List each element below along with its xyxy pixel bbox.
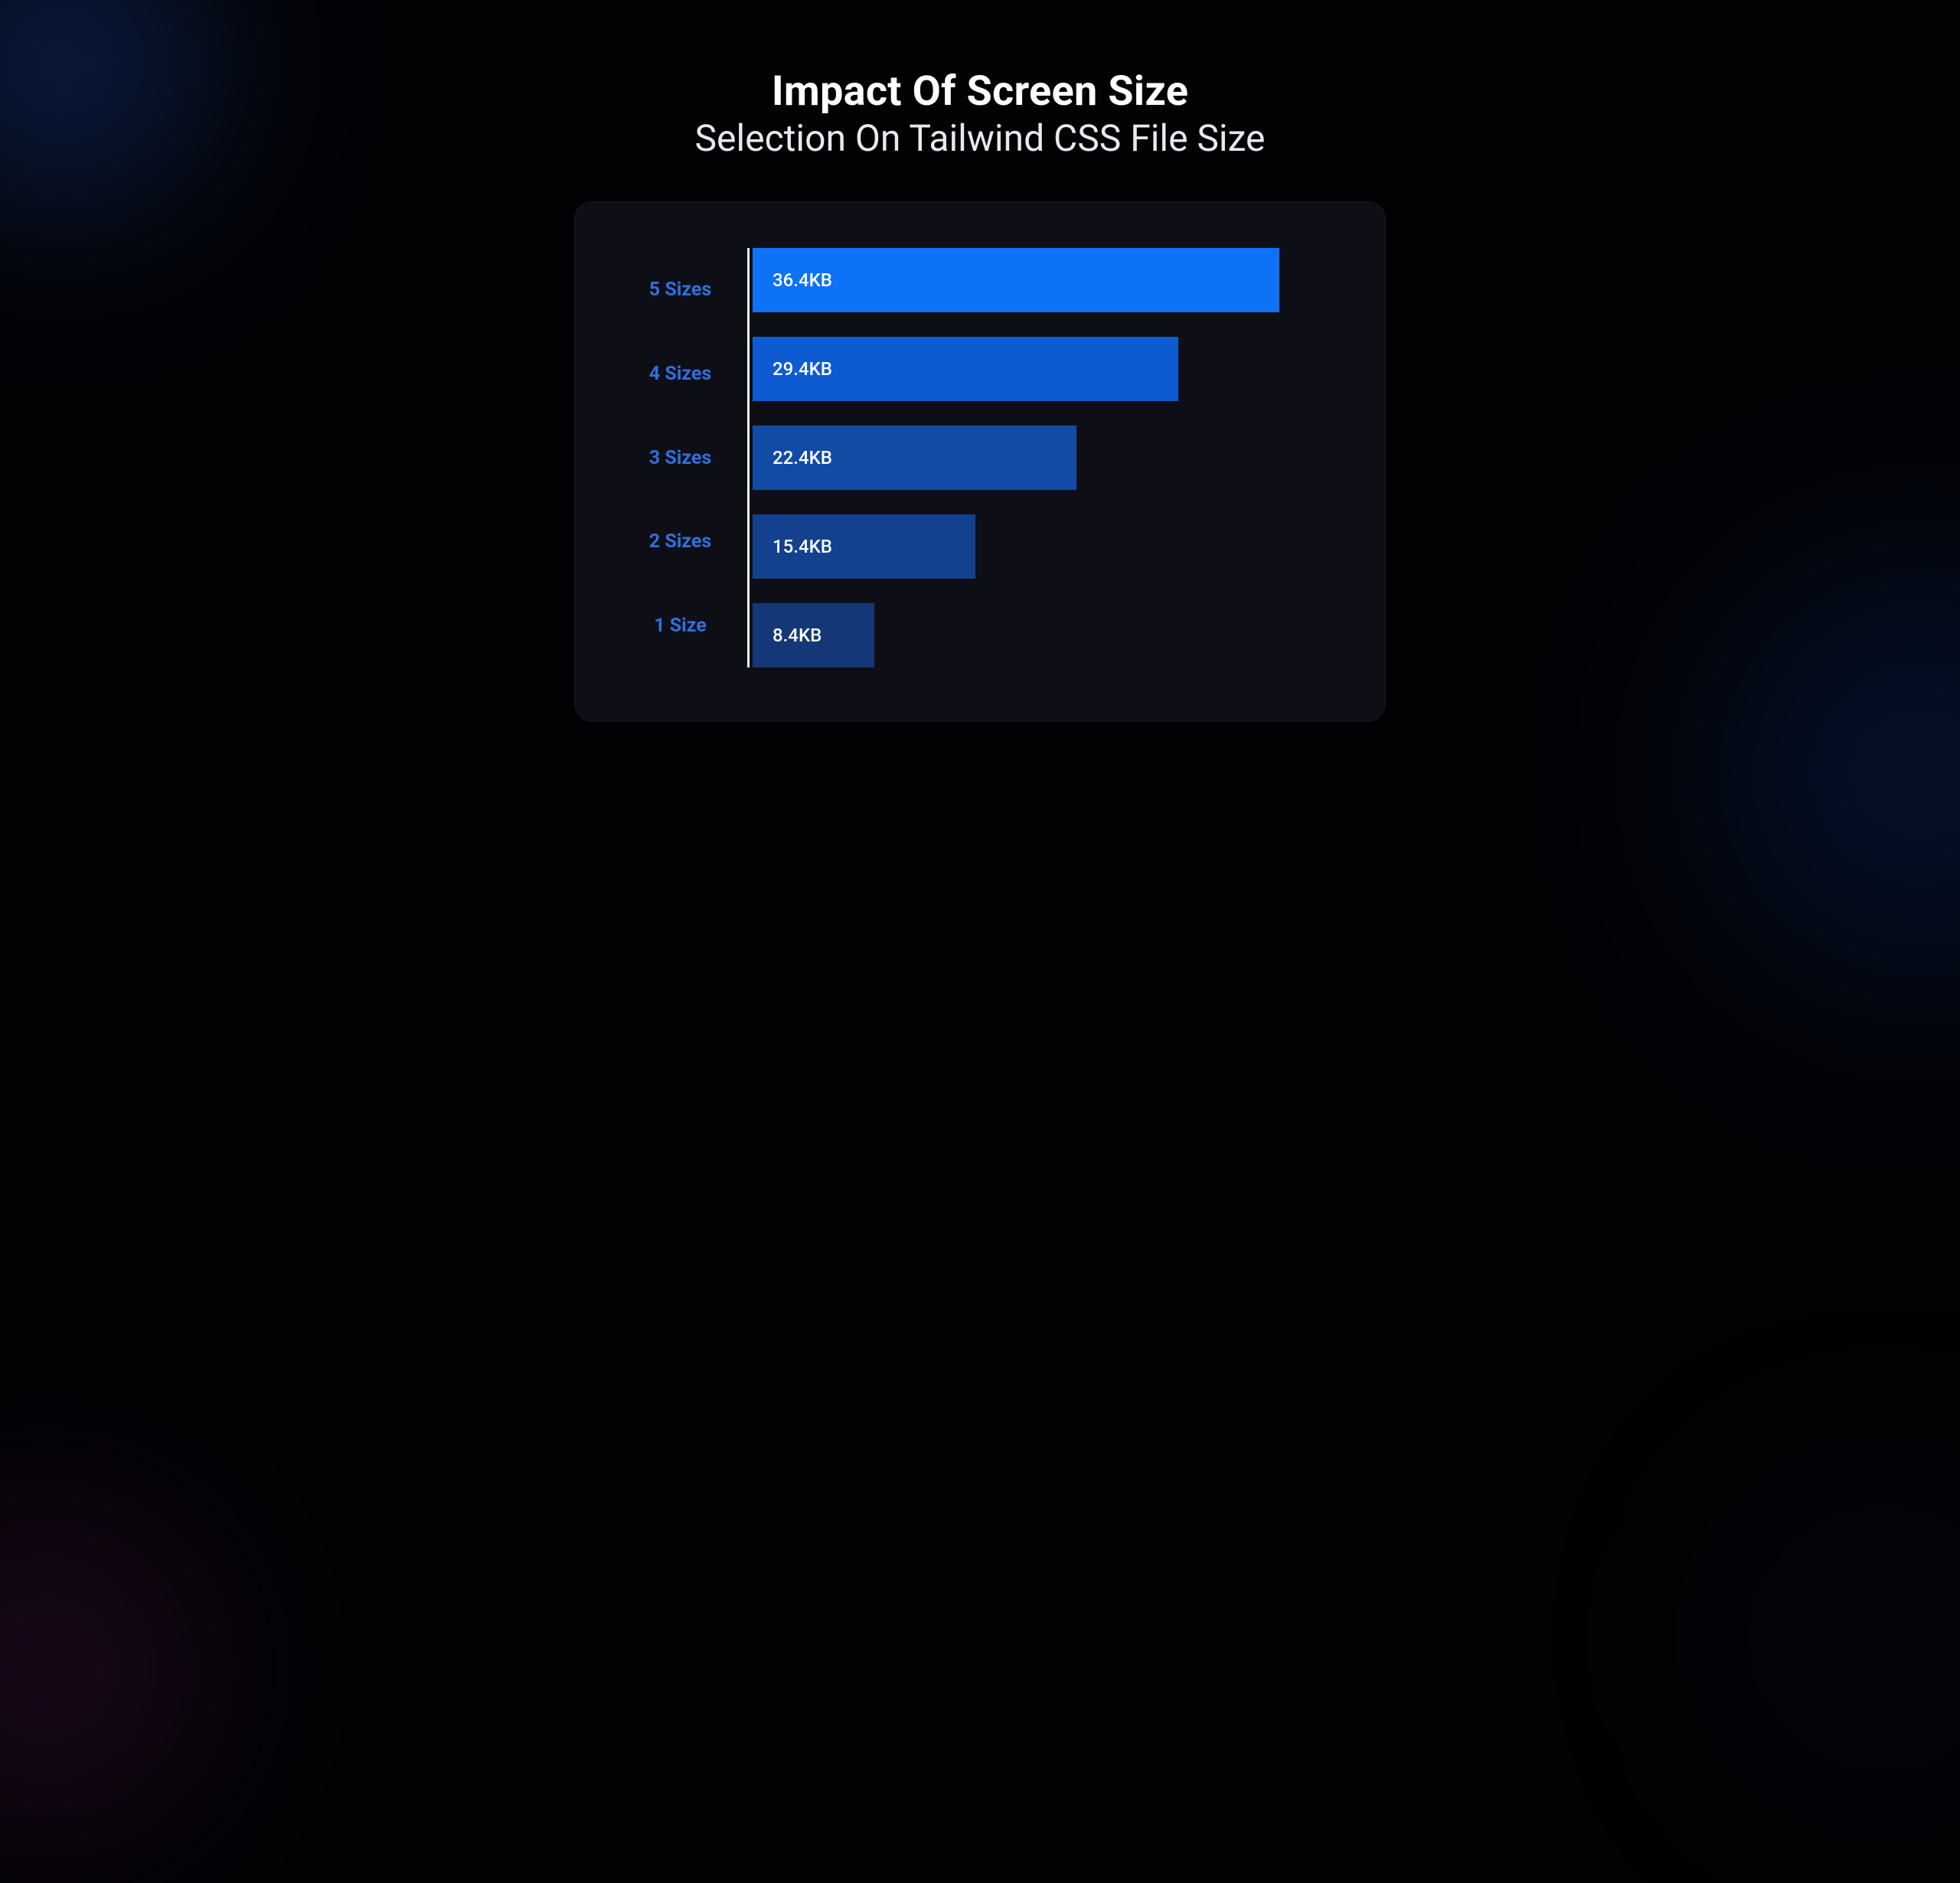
bar: 15.4KB: [753, 514, 975, 579]
bar: 36.4KB: [753, 248, 1279, 312]
category-label: 5 Sizes: [613, 258, 747, 322]
bar: 8.4KB: [753, 603, 874, 667]
bar: 22.4KB: [753, 426, 1076, 490]
category-label: 3 Sizes: [613, 426, 747, 490]
y-axis-labels: 5 Sizes 4 Sizes 3 Sizes 2 Sizes 1 Size: [613, 248, 747, 667]
plot-area: 36.4KB 29.4KB 22.4KB 15.4KB 8.4KB: [747, 248, 1331, 667]
chart-panel: 5 Sizes 4 Sizes 3 Sizes 2 Sizes 1 Size 36.4K…: [574, 201, 1386, 722]
bar: 29.4KB: [753, 337, 1178, 401]
category-label: 2 Sizes: [613, 510, 747, 574]
category-label: 1 Size: [613, 593, 747, 658]
chart-title: Impact Of Screen Size: [46, 69, 1914, 114]
category-label: 4 Sizes: [613, 342, 747, 406]
chart-subtitle: Selection On Tailwind CSS File Size: [46, 119, 1914, 159]
